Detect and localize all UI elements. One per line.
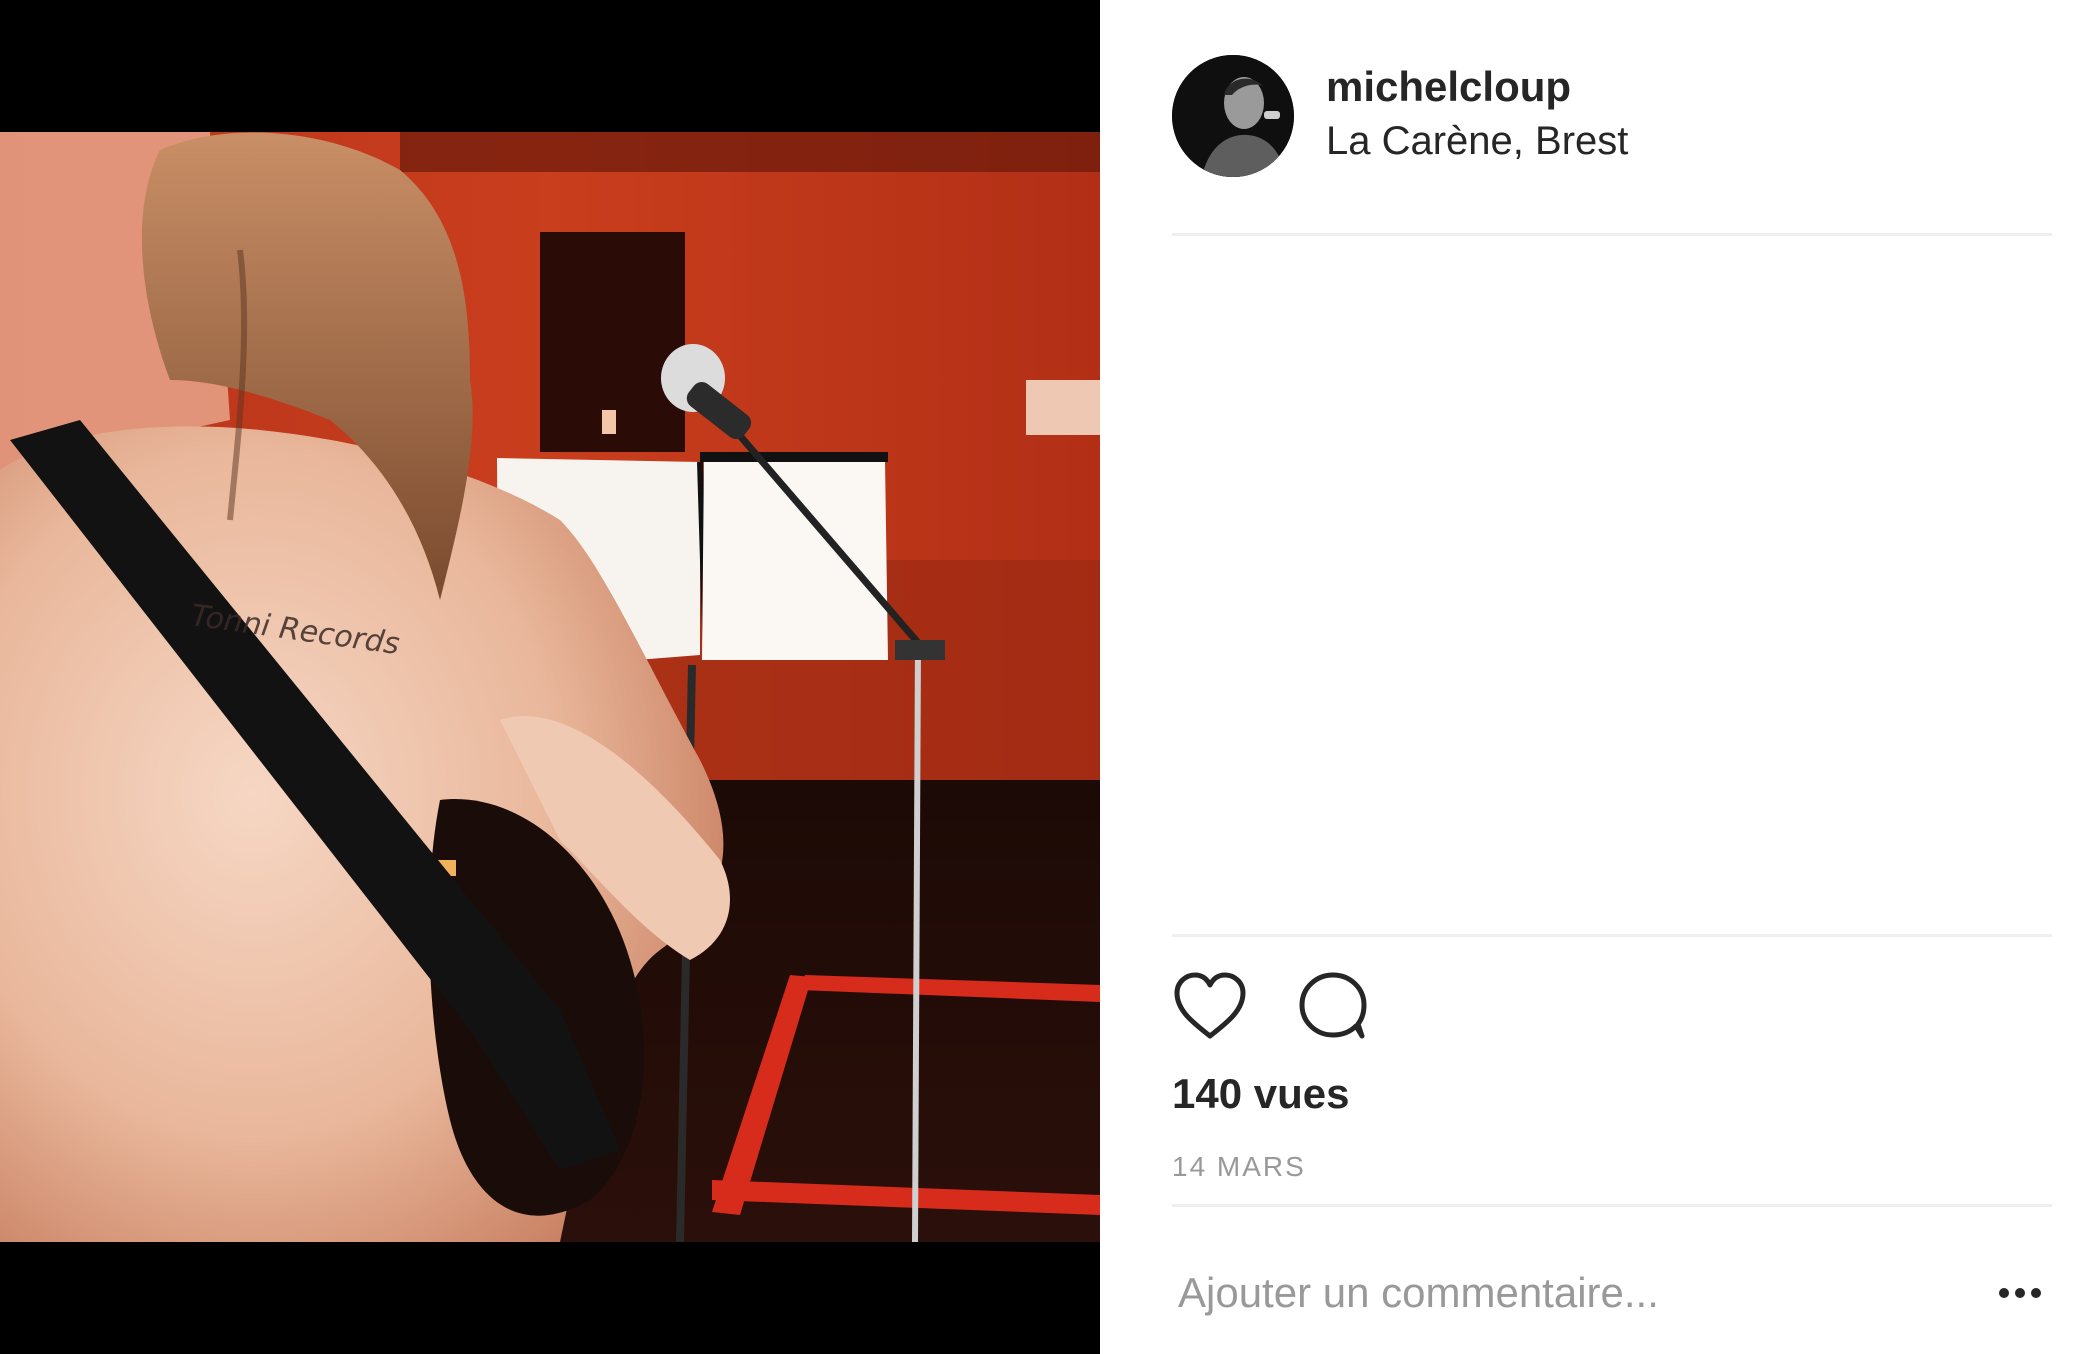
avatar[interactable] (1172, 55, 1294, 177)
post-details-panel: michelcloup La Carène, Brest 140 vues 14… (1100, 0, 2094, 1354)
divider (1172, 934, 2052, 937)
add-comment-input[interactable] (1178, 1258, 1938, 1328)
more-options-button[interactable] (1990, 1278, 2050, 1308)
divider (1172, 1204, 2052, 1207)
divider (1172, 233, 2052, 236)
username[interactable]: michelcloup (1326, 63, 1571, 111)
post-header: michelcloup La Carène, Brest (1172, 55, 2094, 180)
like-button[interactable] (1172, 970, 1248, 1042)
post-photo: Tonni Records (0, 0, 1100, 1354)
post-actions (1172, 970, 1572, 1042)
post-media[interactable]: Tonni Records (0, 0, 1100, 1354)
view-count: 140 vues (1172, 1070, 1350, 1117)
heart-icon (1174, 972, 1246, 1039)
post-date[interactable]: 14 MARS (1172, 1151, 1306, 1183)
ellipsis-icon (1999, 1288, 2041, 1298)
location-link[interactable]: La Carène, Brest (1326, 119, 1628, 164)
comment-button[interactable] (1296, 970, 1372, 1042)
speech-bubble-icon (1299, 972, 1367, 1039)
